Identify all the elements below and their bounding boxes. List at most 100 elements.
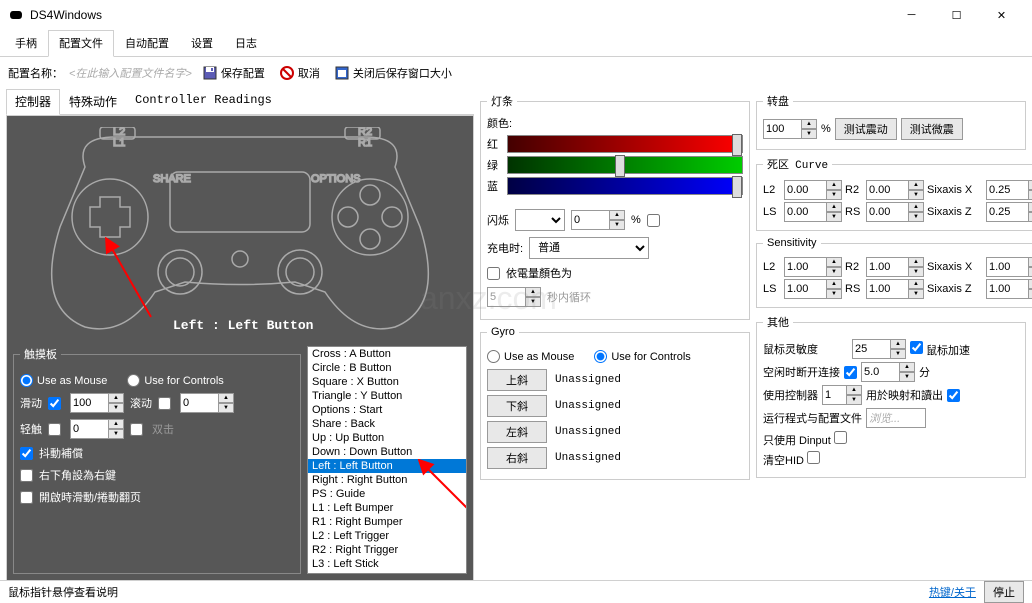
tab-controllers[interactable]: 手柄	[4, 30, 48, 56]
deadzone-fieldset: 死区 Curve L2▲▼ R2▲▼ Sixaxis X▲▼ LS▲▼ RS▲▼…	[756, 156, 1032, 231]
tab-log[interactable]: 日志	[224, 30, 268, 56]
jitter-checkbox[interactable]: 抖動補償	[20, 445, 83, 461]
stop-button[interactable]: 停止	[984, 581, 1024, 603]
close-button[interactable]: ✕	[979, 0, 1024, 30]
startup-checkbox[interactable]: 開啟時滑動/捲動翻页	[20, 489, 141, 505]
subtab-special[interactable]: 特殊动作	[60, 89, 126, 114]
rumble-spinner[interactable]: ▲▼	[763, 119, 817, 139]
rumble-fieldset: 转盘 ▲▼ % 测试震动 测试微震	[756, 93, 1026, 150]
red-slider[interactable]	[507, 135, 743, 153]
idle-spinner[interactable]: ▲▼	[861, 362, 915, 382]
profile-toolbar: 配置名称： <在此输入配置文件名字> 保存配置 取消 关闭后保存窗口大小	[0, 57, 1032, 89]
pulse-spinner[interactable]: ▲▼	[487, 287, 541, 307]
dz-l2[interactable]: ▲▼	[784, 180, 842, 200]
touchpad-mouse-radio[interactable]: Use as Mouse	[20, 374, 107, 387]
touchpad-fieldset: 触摸板 Use as Mouse Use for Controls 滑动 ▲▼ …	[13, 346, 301, 574]
launch-input[interactable]	[866, 408, 926, 428]
controller-diagram[interactable]: SHARE OPTIONS L2 R2 L1 R1 Left : Left Bu…	[13, 122, 467, 342]
sn-ls[interactable]: ▲▼	[784, 279, 842, 299]
tilt-left-button[interactable]: 左斜	[487, 421, 547, 443]
mapping-item[interactable]: Cross : A Button	[308, 347, 466, 361]
gyro-fieldset: Gyro Use as Mouse Use for Controls 上斜Una…	[480, 326, 750, 480]
statusbar: 鼠标指针悬停查看说明 热键/关于 停止	[0, 580, 1032, 602]
subtab-controller[interactable]: 控制器	[6, 89, 60, 115]
battery-color-checkbox[interactable]	[487, 267, 500, 280]
tab-autoprofiles[interactable]: 自动配置	[114, 30, 180, 56]
green-slider[interactable]	[507, 156, 743, 174]
mapping-item[interactable]: Down : Down Button	[308, 445, 466, 459]
subtab-readings[interactable]: Controller Readings	[126, 89, 281, 114]
app-icon	[8, 7, 24, 23]
touchpad-controls-radio[interactable]: Use for Controls	[127, 374, 223, 387]
idle-checkbox[interactable]	[844, 366, 857, 379]
mapping-item[interactable]: Options : Start	[308, 403, 466, 417]
tilt-down-button[interactable]: 下斜	[487, 395, 547, 417]
lowerright-checkbox[interactable]: 右下角設為右鍵	[20, 467, 116, 483]
sn-rs[interactable]: ▲▼	[866, 279, 924, 299]
mouse-sens-spinner[interactable]: ▲▼	[852, 339, 906, 359]
hotkeys-link[interactable]: 热键/关于	[929, 584, 976, 600]
sn-sixx[interactable]: ▲▼	[986, 257, 1032, 277]
sensitivity-fieldset: Sensitivity L2▲▼ R2▲▼ Sixaxis X▲▼ LS▲▼ R…	[756, 237, 1032, 308]
gyro-controls-radio[interactable]: Use for Controls	[594, 350, 690, 363]
save-button[interactable]: 保存配置	[198, 63, 269, 83]
flushhid-checkbox[interactable]: 清空HID	[763, 451, 820, 468]
test-light-button[interactable]: 测试微震	[901, 118, 963, 140]
mapping-item[interactable]: Share : Back	[308, 417, 466, 431]
mapping-item[interactable]: Right : Right Button	[308, 473, 466, 487]
dz-r2[interactable]: ▲▼	[866, 180, 924, 200]
mapping-list[interactable]: Cross : A ButtonCircle : B ButtonSquare …	[307, 346, 467, 574]
tap-spinner[interactable]: ▲▼	[70, 419, 124, 439]
dz-ls[interactable]: ▲▼	[784, 202, 842, 222]
scroll-spinner[interactable]: ▲▼	[180, 393, 234, 413]
minimize-button[interactable]: ─	[889, 0, 934, 30]
scroll-checkbox[interactable]	[158, 397, 171, 410]
sn-r2[interactable]: ▲▼	[866, 257, 924, 277]
mapping-item[interactable]: Square : X Button	[308, 375, 466, 389]
blue-slider[interactable]	[507, 177, 743, 195]
maximize-button[interactable]: ☐	[934, 0, 979, 30]
usectrl-checkbox[interactable]	[947, 389, 960, 402]
flash-select[interactable]	[515, 209, 565, 231]
svg-text:L1: L1	[113, 137, 125, 149]
dz-sixx[interactable]: ▲▼	[986, 180, 1032, 200]
tap-checkbox[interactable]	[48, 423, 61, 436]
keep-size-button[interactable]: 关闭后保存窗口大小	[330, 63, 456, 83]
config-name-label: 配置名称：	[8, 65, 63, 81]
flash-spinner[interactable]: ▲▼	[571, 210, 625, 230]
dinput-checkbox[interactable]: 只使用 Dinput	[763, 431, 847, 448]
window-icon	[334, 65, 350, 81]
test-heavy-button[interactable]: 测试震动	[835, 118, 897, 140]
slide-spinner[interactable]: ▲▼	[70, 393, 124, 413]
charging-select[interactable]: 普通	[529, 237, 649, 259]
mapping-item[interactable]: Left : Left Button	[308, 459, 466, 473]
mapping-item[interactable]: Triangle : Y Button	[308, 389, 466, 403]
doubletap-checkbox[interactable]	[130, 423, 143, 436]
controller-mapping-label: Left : Left Button	[173, 318, 313, 333]
config-name-input[interactable]: <在此输入配置文件名字>	[69, 65, 192, 81]
sn-l2[interactable]: ▲▼	[784, 257, 842, 277]
main-tabs: 手柄 配置文件 自动配置 设置 日志	[0, 30, 1032, 57]
mapping-item[interactable]: L1 : Left Bumper	[308, 501, 466, 515]
tab-settings[interactable]: 设置	[180, 30, 224, 56]
svg-text:SHARE: SHARE	[153, 173, 191, 185]
mapping-item[interactable]: R1 : Right Bumper	[308, 515, 466, 529]
tilt-up-button[interactable]: 上斜	[487, 369, 547, 391]
mapping-item[interactable]: Up : Up Button	[308, 431, 466, 445]
mapping-item[interactable]: PS : Guide	[308, 487, 466, 501]
gyro-mouse-radio[interactable]: Use as Mouse	[487, 350, 574, 363]
mapping-item[interactable]: L2 : Left Trigger	[308, 529, 466, 543]
usectrl-spinner[interactable]: ▲▼	[822, 385, 862, 405]
mouse-accel-checkbox[interactable]: 鼠标加速	[910, 341, 970, 358]
mapping-item[interactable]: L3 : Left Stick	[308, 557, 466, 571]
cancel-button[interactable]: 取消	[275, 63, 324, 83]
flash-checkbox[interactable]	[647, 214, 660, 227]
tab-profiles[interactable]: 配置文件	[48, 30, 114, 57]
sn-sixz[interactable]: ▲▼	[986, 279, 1032, 299]
mapping-item[interactable]: Circle : B Button	[308, 361, 466, 375]
dz-sixz[interactable]: ▲▼	[986, 202, 1032, 222]
mapping-item[interactable]: R2 : Right Trigger	[308, 543, 466, 557]
tilt-right-button[interactable]: 右斜	[487, 447, 547, 469]
dz-rs[interactable]: ▲▼	[866, 202, 924, 222]
slide-checkbox[interactable]	[48, 397, 61, 410]
